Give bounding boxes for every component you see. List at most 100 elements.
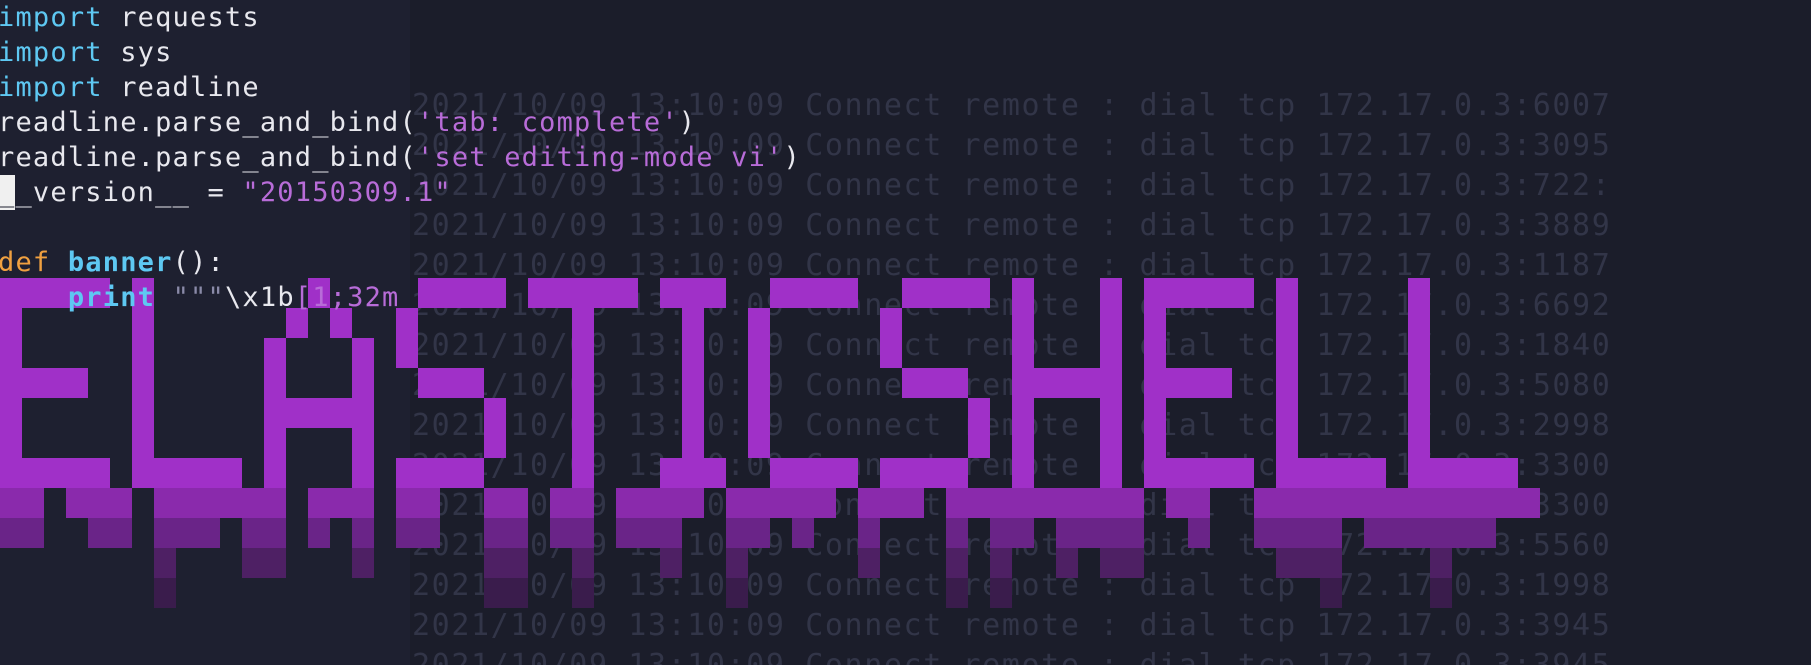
banner-drip	[506, 488, 528, 518]
banner-pixel	[1276, 458, 1298, 488]
banner-drip	[726, 578, 748, 608]
code-token: print	[67, 282, 156, 313]
banner-drip	[770, 488, 792, 518]
code-token: import	[0, 2, 103, 33]
banner-pixel	[264, 338, 286, 368]
banner-pixel	[66, 458, 88, 488]
banner-pixel	[1012, 428, 1034, 458]
banner-drip	[484, 578, 506, 608]
banner-pixel	[198, 458, 220, 488]
banner-drip	[792, 488, 814, 518]
banner-pixel	[1342, 458, 1364, 488]
banner-drip	[0, 518, 22, 548]
banner-drip	[264, 518, 286, 548]
banner-pixel	[572, 338, 594, 368]
banner-pixel	[1100, 398, 1122, 428]
banner-drip	[242, 548, 264, 578]
banner-pixel	[1144, 338, 1166, 368]
banner-drip	[858, 548, 880, 578]
terminal-window[interactable]: 2021/10/09 13:10:09 Connect remote : dia…	[0, 0, 1811, 665]
banner-pixel	[396, 458, 418, 488]
banner-drip	[1452, 488, 1474, 518]
banner-pixel	[1364, 458, 1386, 488]
banner-pixel	[946, 278, 968, 308]
banner-pixel	[1012, 398, 1034, 428]
banner-drip	[154, 518, 176, 548]
banner-drip	[660, 488, 682, 518]
banner-drip	[1078, 518, 1100, 548]
code-token: "20150309.1"	[242, 177, 452, 208]
banner-pixel	[352, 458, 374, 488]
banner-drip	[814, 488, 836, 518]
banner-pixel	[1276, 278, 1298, 308]
banner-pixel	[1474, 458, 1496, 488]
banner-pixel	[968, 428, 990, 458]
banner-pixel	[814, 278, 836, 308]
banner-pixel	[1408, 338, 1430, 368]
banner-pixel	[682, 428, 704, 458]
banner-pixel	[924, 278, 946, 308]
code-editor[interactable]: import requests import sys import readline…	[0, 0, 801, 315]
banner-pixel	[132, 458, 154, 488]
banner-drip	[1408, 488, 1430, 518]
banner-pixel	[264, 398, 286, 428]
banner-pixel	[1276, 368, 1298, 398]
banner-pixel	[880, 308, 902, 338]
banner-drip	[242, 488, 264, 518]
banner-drip	[110, 518, 132, 548]
banner-pixel	[902, 458, 924, 488]
code-token: \x1b	[224, 282, 295, 313]
banner-pixel	[1012, 338, 1034, 368]
banner-drip	[1430, 518, 1452, 548]
banner-pixel	[572, 368, 594, 398]
banner-pixel	[1034, 368, 1056, 398]
banner-drip	[176, 518, 198, 548]
banner-drip	[572, 518, 594, 548]
banner-pixel	[44, 458, 66, 488]
banner-drip	[1298, 488, 1320, 518]
banner-pixel	[902, 278, 924, 308]
banner-drip	[1100, 518, 1122, 548]
banner-drip	[1188, 488, 1210, 518]
banner-pixel	[902, 368, 924, 398]
banner-drip	[1430, 578, 1452, 608]
banner-drip	[154, 548, 176, 578]
banner-pixel	[748, 428, 770, 458]
banner-drip	[352, 488, 374, 518]
banner-drip	[1342, 488, 1364, 518]
banner-drip	[1320, 578, 1342, 608]
banner-drip	[682, 488, 704, 518]
banner-drip	[484, 518, 506, 548]
banner-pixel	[132, 368, 154, 398]
banner-drip	[858, 488, 880, 518]
banner-drip	[66, 488, 88, 518]
banner-pixel	[792, 458, 814, 488]
banner-pixel	[1012, 308, 1034, 338]
code-token: 'set editing-mode vi'	[416, 142, 784, 173]
banner-pixel	[1012, 458, 1034, 488]
banner-pixel	[748, 338, 770, 368]
banner-pixel	[1166, 368, 1188, 398]
banner-drip	[1430, 548, 1452, 578]
banner-drip	[946, 518, 968, 548]
banner-pixel	[44, 368, 66, 398]
banner-pixel	[1232, 278, 1254, 308]
banner-drip	[1276, 548, 1298, 578]
banner-drip	[110, 488, 132, 518]
banner-pixel	[1100, 338, 1122, 368]
banner-drip	[726, 518, 748, 548]
banner-pixel	[0, 428, 22, 458]
banner-drip	[726, 548, 748, 578]
banner-pixel	[22, 458, 44, 488]
code-token: 'tab: complete'	[416, 107, 679, 138]
banner-pixel	[572, 428, 594, 458]
banner-drip	[572, 548, 594, 578]
banner-pixels	[0, 278, 1540, 608]
banner-drip	[22, 488, 44, 518]
code-token: import	[0, 37, 103, 68]
banner-pixel	[88, 458, 110, 488]
banner-drip	[1452, 518, 1474, 548]
banner-drip	[946, 578, 968, 608]
banner-drip	[176, 488, 198, 518]
